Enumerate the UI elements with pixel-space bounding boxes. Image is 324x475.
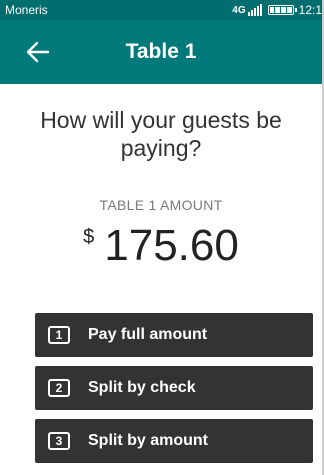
status-indicators: 4G 12:1	[232, 3, 322, 17]
battery-icon	[267, 5, 297, 15]
option-number-badge: 1	[48, 326, 70, 344]
option-label: Pay full amount	[88, 326, 208, 343]
option-label: Split by amount	[88, 432, 208, 449]
payment-options: 1 Pay full amount 2 Split by check 3 Spl…	[35, 313, 313, 472]
split-by-check-button[interactable]: 2 Split by check	[35, 366, 313, 410]
status-time: 12:1	[298, 3, 322, 17]
option-label: Split by check	[88, 379, 196, 396]
amount-display: $175.60	[0, 220, 322, 272]
amount-label: TABLE 1 AMOUNT	[99, 197, 223, 213]
carrier-name: Moneris	[5, 3, 48, 17]
amount-value: 175.60	[104, 221, 239, 270]
option-number-badge: 3	[48, 432, 70, 450]
split-by-amount-button[interactable]: 3 Split by amount	[35, 419, 313, 463]
status-bar: Moneris 4G 12:1	[0, 0, 322, 20]
page-title: Table 1	[125, 40, 197, 63]
option-number-badge: 2	[48, 379, 70, 397]
app-screen: Moneris 4G 12:1 Table 1 How will your gu…	[0, 0, 324, 475]
payment-question: How will your guests be paying?	[40, 107, 282, 161]
app-header: Table 1	[0, 20, 322, 84]
currency-symbol: $	[83, 226, 95, 248]
network-type: 4G	[232, 4, 246, 16]
signal-strength-icon	[247, 4, 263, 16]
pay-full-amount-button[interactable]: 1 Pay full amount	[35, 313, 313, 357]
